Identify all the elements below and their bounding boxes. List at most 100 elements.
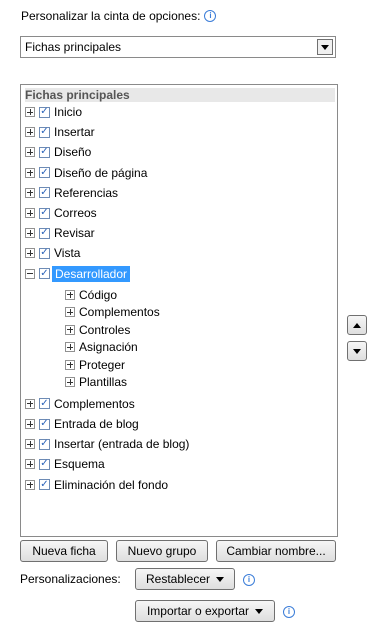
expand-icon[interactable] [25, 208, 35, 218]
new-tab-button[interactable]: Nueva ficha [20, 540, 108, 562]
tree-item[interactable]: ✓ Entrada de blog [25, 415, 139, 433]
new-group-button[interactable]: Nuevo grupo [116, 540, 208, 562]
expand-icon[interactable] [25, 439, 35, 450]
tab-checkbox[interactable]: ✓ [39, 207, 50, 219]
checkmark-icon: ✓ [40, 458, 49, 470]
tab-checkbox[interactable]: ✓ [39, 186, 50, 199]
move-down-button[interactable] [347, 341, 367, 361]
tree-child-item[interactable]: Controles [65, 321, 130, 339]
import-export-label: Importar o exportar [146, 604, 250, 618]
customizations-label: Personalizaciones: [20, 572, 121, 586]
tree-item-label: Vista [54, 246, 81, 261]
expand-icon[interactable] [65, 359, 75, 370]
tree-item[interactable]: ✓ Insertar (entrada de blog) [25, 435, 189, 453]
tree-item-label: Desarrollador [52, 265, 131, 282]
ribbon-tabs-tree[interactable]: Fichas principales ✓ Inicio ✓ Insertar ✓ Dise… [20, 84, 338, 537]
import-export-dropdown-button[interactable]: Importar o exportar [135, 600, 275, 622]
tree-item[interactable]: ✓ Inicio [25, 103, 82, 121]
expand-icon[interactable] [65, 289, 75, 300]
expand-icon[interactable] [25, 187, 35, 198]
expand-icon[interactable] [25, 479, 35, 490]
checkmark-icon: ✓ [40, 418, 49, 429]
chevron-down-icon [216, 576, 225, 582]
tree-item[interactable]: ✓ Revisar [25, 224, 95, 242]
move-up-button[interactable] [347, 315, 367, 335]
tree-item[interactable]: ✓ Referencias [25, 184, 118, 202]
checkmark-icon: ✓ [40, 126, 49, 138]
checkmark-icon: ✓ [40, 106, 49, 117]
expand-icon[interactable] [25, 147, 35, 158]
tree-child-label: Controles [79, 322, 131, 337]
tree-item-label: Diseño [54, 145, 92, 160]
tree-item-label: Inicio [54, 105, 83, 119]
expand-icon[interactable] [65, 307, 75, 318]
expand-icon[interactable] [25, 419, 35, 429]
checkmark-icon: ✓ [40, 247, 49, 259]
expand-icon[interactable] [25, 398, 35, 409]
tree-child-label: Asignación [79, 340, 138, 355]
tree-item[interactable]: ✓ Diseño de página [25, 164, 147, 182]
tree-item-label: Correos [54, 206, 97, 220]
tree-item[interactable]: ✓ Desarrollador [25, 265, 131, 283]
tree-item[interactable]: ✓ Eliminación del fondo [25, 476, 168, 494]
tab-checkbox[interactable]: ✓ [39, 397, 50, 410]
checkmark-icon: ✓ [40, 227, 49, 239]
tabs-type-dropdown-value: Fichas principales [25, 40, 122, 54]
reset-dropdown-label: Restablecer [145, 572, 211, 586]
tab-checkbox[interactable]: ✓ [39, 267, 50, 280]
tab-checkbox[interactable]: ✓ [39, 418, 50, 430]
expand-icon[interactable] [65, 377, 75, 388]
tree-child-item[interactable]: Complementos [65, 303, 160, 321]
expand-icon[interactable] [25, 107, 35, 117]
tree-item[interactable]: ✓ Complementos [25, 395, 135, 413]
tree-item-label: Insertar [54, 125, 95, 140]
tab-checkbox[interactable]: ✓ [39, 126, 50, 138]
collapse-icon[interactable] [25, 268, 35, 279]
tree-item-label: Eliminación del fondo [54, 477, 169, 492]
tree-item-label: Referencias [54, 185, 119, 200]
tab-checkbox[interactable]: ✓ [39, 227, 50, 239]
arrow-down-icon [353, 348, 361, 354]
tab-checkbox[interactable]: ✓ [39, 438, 50, 450]
tree-child-item[interactable]: Código [65, 286, 117, 304]
tree-item[interactable]: ✓ Vista [25, 244, 80, 262]
tree-item[interactable]: ✓ Correos [25, 204, 97, 222]
tree-item[interactable]: ✓ Insertar [25, 123, 95, 141]
info-icon[interactable]: i [204, 10, 217, 22]
checkmark-icon: ✓ [40, 207, 49, 218]
checkmark-icon: ✓ [40, 397, 49, 409]
tree-child-item[interactable]: Proteger [65, 356, 125, 374]
checkmark-icon: ✓ [40, 146, 49, 158]
tree-child-item[interactable]: Asignación [65, 338, 138, 356]
tree-item-label: Complementos [54, 396, 135, 411]
expand-icon[interactable] [25, 167, 35, 178]
tree-item-label: Esquema [54, 457, 105, 472]
tab-checkbox[interactable]: ✓ [39, 458, 50, 470]
tree-item[interactable]: ✓ Esquema [25, 455, 105, 473]
tree-item[interactable]: ✓ Diseño [25, 143, 91, 161]
tree-child-item[interactable]: Plantillas [65, 373, 127, 391]
tab-checkbox[interactable]: ✓ [39, 247, 50, 259]
tabs-type-dropdown[interactable]: Fichas principales [20, 36, 336, 58]
info-icon[interactable]: i [283, 606, 295, 618]
expand-icon[interactable] [25, 127, 35, 138]
expand-icon[interactable] [65, 342, 75, 353]
expand-icon[interactable] [25, 228, 35, 239]
checkmark-icon: ✓ [40, 166, 49, 178]
ribbon-customize-label: Personalizar la cinta de opciones: i [21, 8, 217, 24]
expand-icon[interactable] [25, 459, 35, 470]
checkmark-icon: ✓ [40, 267, 49, 279]
chevron-down-icon [255, 608, 264, 614]
tab-checkbox[interactable]: ✓ [39, 106, 50, 118]
tab-checkbox[interactable]: ✓ [39, 146, 50, 158]
rename-button[interactable]: Cambiar nombre... [216, 540, 336, 562]
reset-dropdown-button[interactable]: Restablecer [135, 568, 235, 590]
chevron-down-icon[interactable] [317, 39, 333, 55]
checkmark-icon: ✓ [40, 186, 49, 198]
info-icon[interactable]: i [243, 574, 255, 586]
tree-header: Fichas principales [25, 88, 335, 102]
expand-icon[interactable] [25, 248, 35, 259]
expand-icon[interactable] [65, 324, 75, 335]
tab-checkbox[interactable]: ✓ [39, 479, 50, 491]
tab-checkbox[interactable]: ✓ [39, 166, 50, 179]
